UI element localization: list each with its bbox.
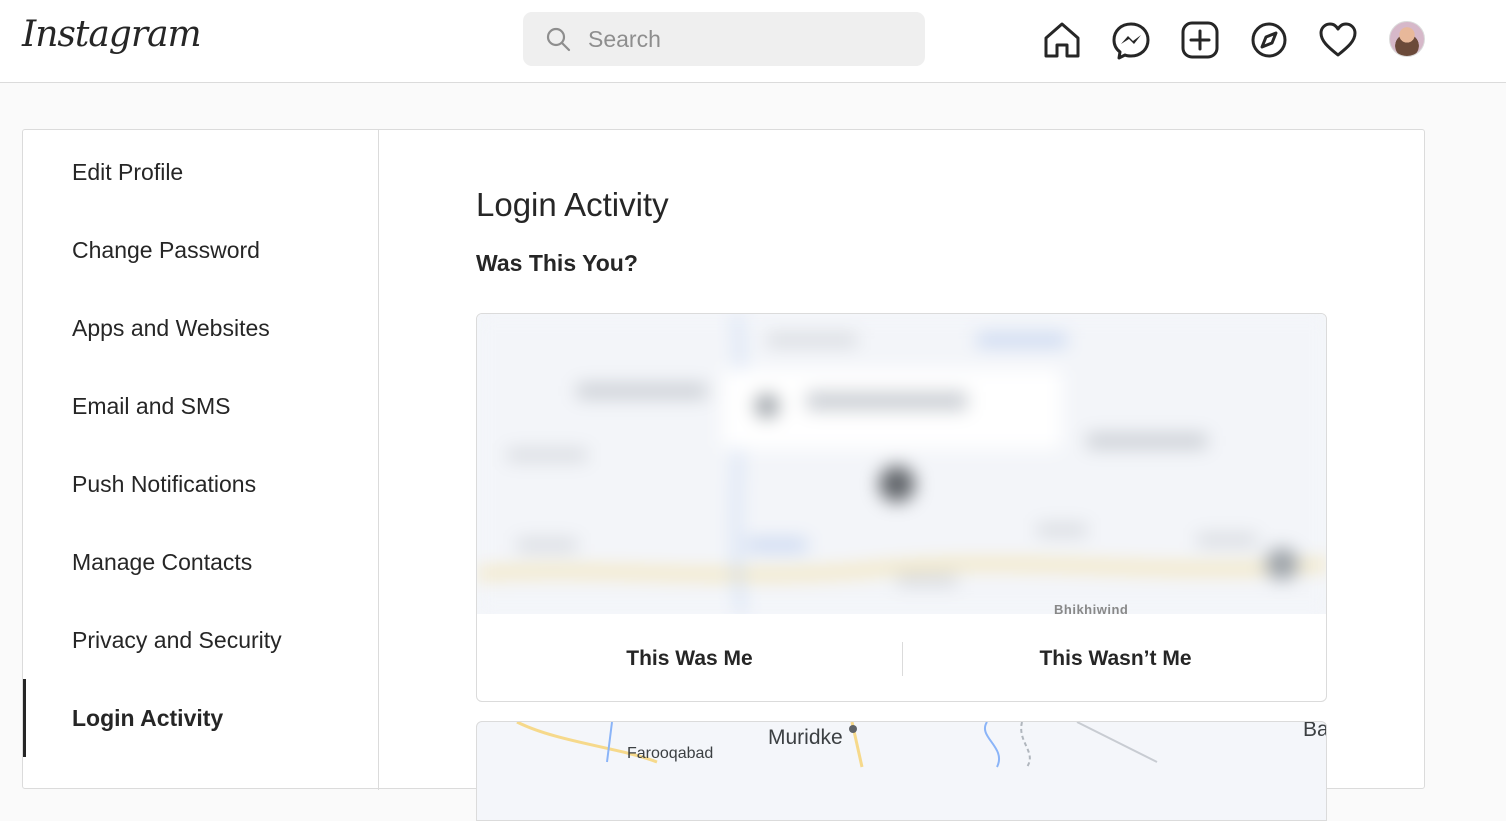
- search-icon: [546, 27, 571, 52]
- confirmation-actions: This Was Me This Wasn’t Me: [477, 614, 1326, 701]
- new-post-icon[interactable]: [1180, 20, 1220, 60]
- instagram-logo[interactable]: Instagram: [22, 14, 202, 55]
- blurred-map-content: [477, 314, 1326, 614]
- sidebar-item-login-activity[interactable]: Login Activity: [23, 679, 378, 757]
- login-location-map: Bhikhiwind: [477, 314, 1326, 614]
- login-session-map: Muridke Farooqabad Ba: [476, 721, 1327, 821]
- sidebar-item-change-password[interactable]: Change Password: [23, 211, 378, 289]
- login-confirmation-card: Bhikhiwind This Was Me This Wasn’t Me: [476, 313, 1327, 702]
- home-icon[interactable]: [1042, 20, 1082, 60]
- this-wasnt-me-button[interactable]: This Wasn’t Me: [903, 614, 1326, 701]
- messenger-icon[interactable]: [1111, 20, 1151, 60]
- section-subtitle: Was This You?: [476, 250, 638, 276]
- sidebar-item-edit-profile[interactable]: Edit Profile: [23, 133, 378, 211]
- sidebar-item-privacy-and-security[interactable]: Privacy and Security: [23, 601, 378, 679]
- activity-heart-icon[interactable]: [1318, 20, 1358, 60]
- map-city-label: Farooqabad: [627, 745, 714, 762]
- session-map-background: [516, 722, 1158, 768]
- map-place-label: Bhikhiwind: [1054, 602, 1129, 614]
- sidebar-item-push-notifications[interactable]: Push Notifications: [23, 445, 378, 523]
- map-city-label: Ba: [1303, 721, 1327, 741]
- settings-panel: Edit Profile Change Password Apps and We…: [22, 129, 1425, 821]
- profile-avatar[interactable]: [1389, 21, 1425, 57]
- sidebar-item-manage-contacts[interactable]: Manage Contacts: [23, 523, 378, 601]
- top-navigation-bar: Instagram Search: [0, 0, 1506, 83]
- page-title: Login Activity: [476, 186, 669, 223]
- map-city-label: Muridke: [768, 726, 843, 749]
- explore-icon[interactable]: [1249, 20, 1289, 60]
- search-input[interactable]: Search: [588, 26, 661, 53]
- sidebar-item-apps-and-websites[interactable]: Apps and Websites: [23, 289, 378, 367]
- sidebar-item-email-and-sms[interactable]: Email and SMS: [23, 367, 378, 445]
- this-was-me-button[interactable]: This Was Me: [477, 614, 902, 701]
- settings-sidebar: Edit Profile Change Password Apps and We…: [23, 130, 379, 790]
- search-box[interactable]: Search: [523, 12, 925, 66]
